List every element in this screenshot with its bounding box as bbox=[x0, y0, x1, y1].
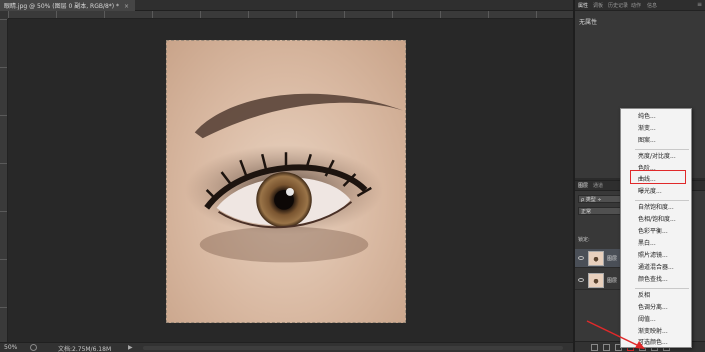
menu-item-vibrance[interactable]: 自然饱和度... bbox=[621, 203, 691, 213]
menu-separator bbox=[635, 288, 689, 289]
layer-row[interactable]: 图层 bbox=[575, 249, 621, 268]
tab-layers[interactable]: 图层 bbox=[578, 182, 588, 189]
menu-item-color-lookup[interactable]: 颜色查找... bbox=[621, 275, 691, 285]
close-icon[interactable]: × bbox=[124, 3, 129, 10]
visibility-eye-icon[interactable] bbox=[578, 278, 584, 282]
document-tab[interactable]: 眼睛.jpg @ 50% (图层 0 副本, RGB/8*) * × bbox=[0, 0, 136, 11]
menu-item-pattern[interactable]: 图案... bbox=[621, 136, 691, 146]
no-properties-text: 无属性 bbox=[579, 19, 598, 26]
red-arrow-annotation bbox=[586, 320, 645, 349]
curves-highlight-box bbox=[630, 170, 686, 184]
menu-item-posterize[interactable]: 色调分离... bbox=[621, 303, 691, 313]
panel-menu-icon[interactable]: ≡ bbox=[697, 1, 702, 8]
tab-properties[interactable]: 属性 bbox=[578, 2, 588, 9]
layer-thumbnail bbox=[588, 251, 604, 266]
zoom-level[interactable]: 50% bbox=[4, 344, 17, 351]
properties-panel-tabs: 属性 调板 历史记录 动作 信息 ≡ bbox=[575, 0, 705, 11]
menu-item-gradient[interactable]: 渐变... bbox=[621, 124, 691, 134]
document-tab-title: 眼睛.jpg @ 50% (图层 0 副本, RGB/8*) * bbox=[4, 3, 120, 10]
eye-photo-image bbox=[184, 93, 404, 263]
menu-separator bbox=[635, 149, 689, 150]
menu-item-photo-filter[interactable]: 照片滤镜... bbox=[621, 251, 691, 261]
eye-photo[interactable] bbox=[166, 40, 406, 323]
menu-item-brightness-contrast[interactable]: 亮度/对比度... bbox=[621, 152, 691, 162]
ruler-corner bbox=[0, 11, 8, 19]
tab-channels[interactable]: 通道 bbox=[593, 182, 603, 189]
layer-thumbnail bbox=[588, 273, 604, 288]
layer-kind-filter[interactable]: ρ 类型 ÷ bbox=[578, 195, 622, 203]
menu-item-channel-mixer[interactable]: 通道混合器... bbox=[621, 263, 691, 273]
zoom-icon[interactable] bbox=[30, 344, 37, 351]
menu-item-color-balance[interactable]: 色彩平衡... bbox=[621, 227, 691, 237]
layer-row[interactable]: 图层 bbox=[575, 271, 621, 290]
status-bar: 50% 文档:2.75M/6.18M ▶ bbox=[0, 342, 573, 352]
lock-label: 锁定: bbox=[578, 237, 590, 243]
layer-name[interactable]: 图层 bbox=[607, 255, 617, 262]
menu-item-black-white[interactable]: 黑白... bbox=[621, 239, 691, 249]
menu-item-hue-saturation[interactable]: 色相/饱和度... bbox=[621, 215, 691, 225]
menu-separator bbox=[635, 200, 689, 201]
menu-item-invert[interactable]: 反相 bbox=[621, 291, 691, 301]
horizontal-scrollbar[interactable] bbox=[143, 346, 563, 350]
menu-item-solid-color[interactable]: 纯色... bbox=[621, 112, 691, 122]
status-menu-arrow-icon[interactable]: ▶ bbox=[128, 344, 133, 351]
tab-info[interactable]: 信息 bbox=[647, 2, 657, 9]
canvas-area[interactable] bbox=[8, 19, 573, 342]
tab-history[interactable]: 历史记录 bbox=[608, 2, 628, 9]
document-size: 文档:2.75M/6.18M bbox=[58, 346, 112, 352]
menu-item-exposure[interactable]: 曝光度... bbox=[621, 187, 691, 197]
layer-name[interactable]: 图层 bbox=[607, 277, 617, 284]
vertical-ruler bbox=[0, 19, 8, 342]
horizontal-ruler bbox=[8, 11, 573, 19]
adjustment-layer-menu: 纯色... 渐变... 图案... 亮度/对比度... 色阶... 曲线... … bbox=[620, 108, 692, 348]
visibility-eye-icon[interactable] bbox=[578, 256, 584, 260]
blend-mode-select[interactable]: 正常 bbox=[578, 207, 622, 215]
tab-actions[interactable]: 动作 bbox=[631, 2, 641, 9]
document-tab-bar: 眼睛.jpg @ 50% (图层 0 副本, RGB/8*) * × bbox=[0, 0, 573, 11]
tab-adjustments[interactable]: 调板 bbox=[593, 2, 603, 9]
